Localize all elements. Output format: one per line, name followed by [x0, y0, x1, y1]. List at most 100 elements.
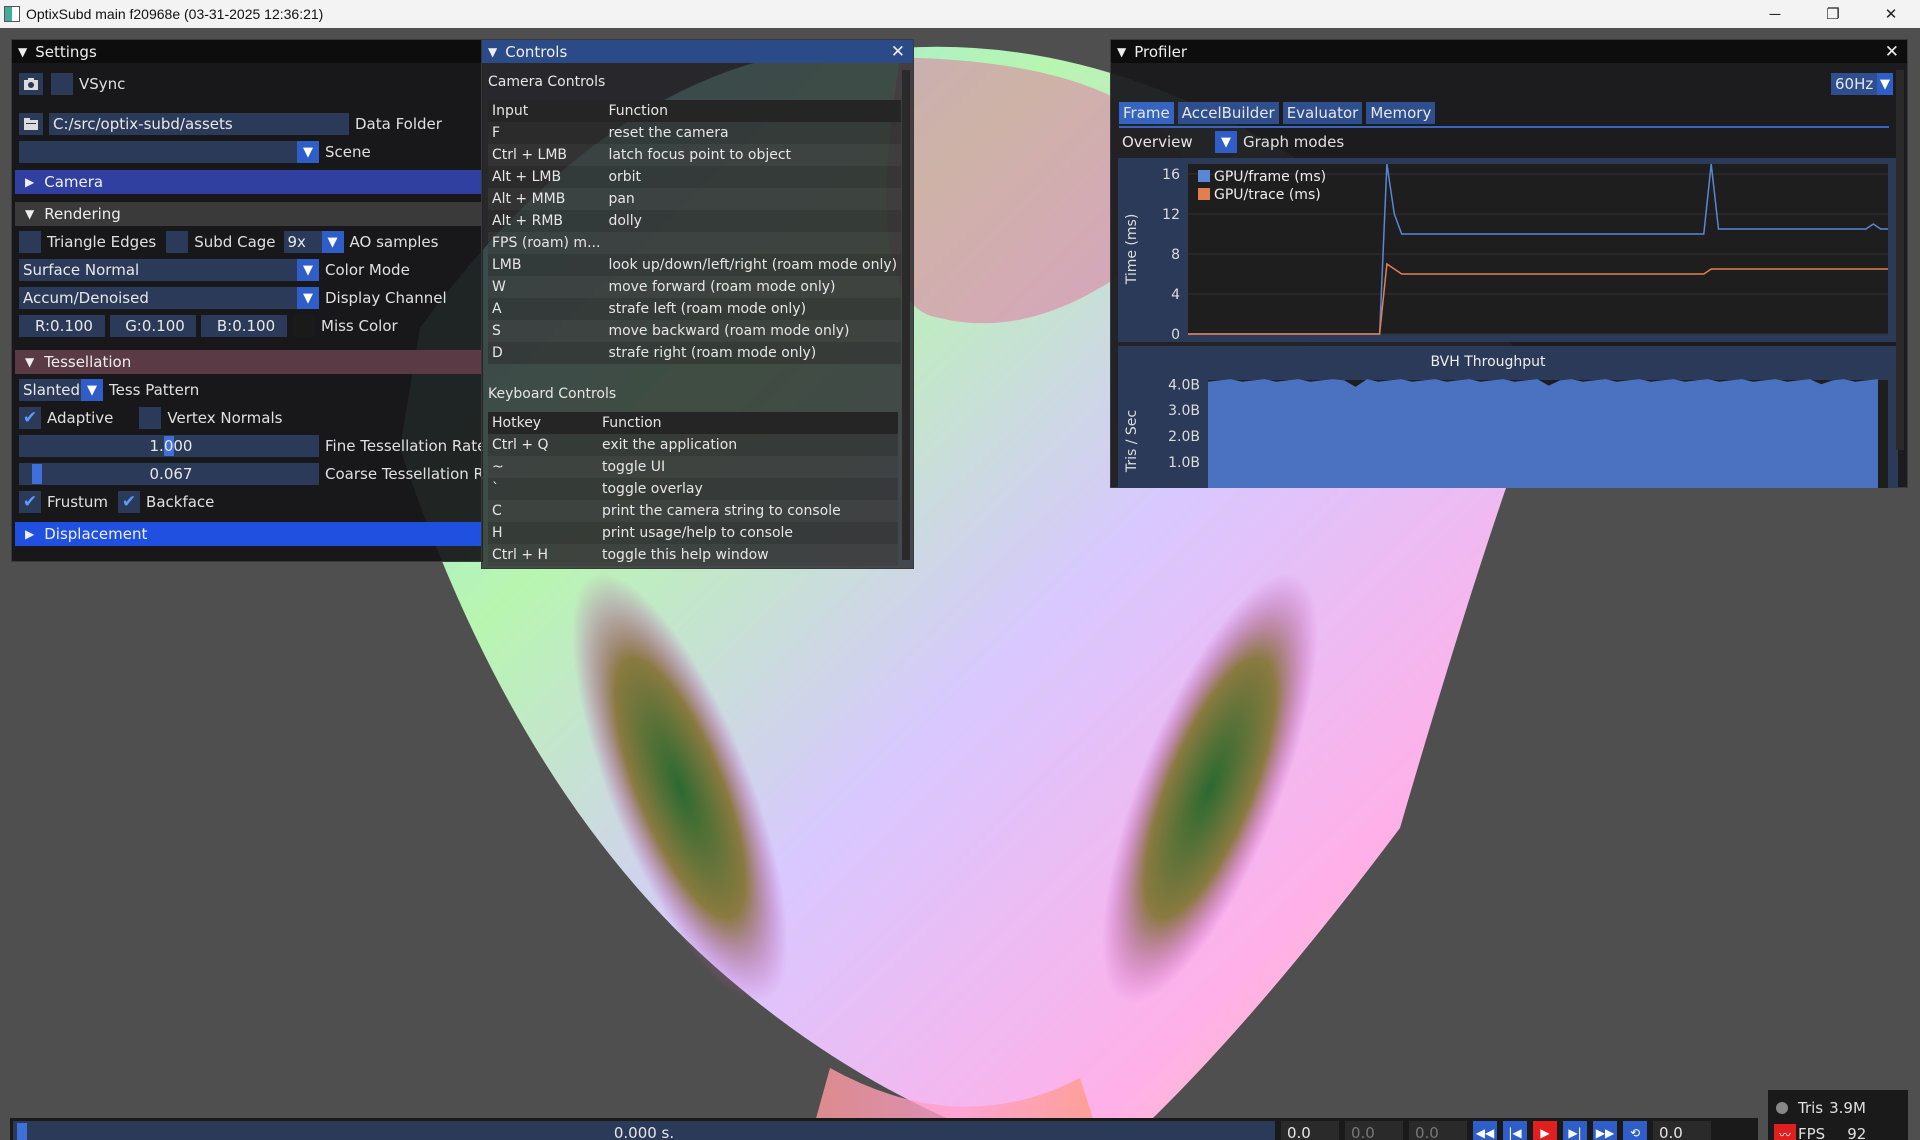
timeline-scrubber[interactable]: 0.000 s. — [13, 1121, 1275, 1140]
ao-dropdown-arrow-icon[interactable]: ▼ — [321, 231, 344, 253]
rewind-icon[interactable]: ◀◀ — [1473, 1121, 1497, 1140]
legend-swatch — [1198, 188, 1210, 200]
control-input-cell: Ctrl + Q — [488, 434, 598, 456]
frame-time-chart[interactable]: Time (ms) 0 4 8 12 16 GPU/frame (ms) GPU/trace … — [1118, 158, 1898, 342]
color-mode-select[interactable]: Surface Normal — [19, 259, 297, 281]
refresh-rate-select[interactable]: 60Hz — [1831, 73, 1877, 95]
collapse-triangle-icon: ▼ — [25, 355, 35, 369]
display-channel-dropdown-arrow-icon[interactable]: ▼ — [297, 287, 319, 309]
scene-dropdown-arrow-icon[interactable]: ▼ — [297, 141, 319, 163]
window-titlebar: OptixSubd main f20968e (03-31-2025 12:36… — [0, 0, 1920, 28]
y-tick-label: 0 — [1171, 327, 1180, 342]
browse-folder-button[interactable] — [19, 113, 43, 135]
camera-col-header: Input — [488, 100, 605, 122]
timeline-grab[interactable] — [17, 1123, 27, 1140]
loop-icon[interactable]: ⟲ — [1623, 1121, 1647, 1140]
camera-icon — [24, 78, 38, 90]
camera-controls-table: Input Function Freset the camera Ctrl + LMB… — [488, 100, 902, 364]
tess-pattern-select[interactable]: Slanted — [19, 379, 81, 401]
miss-color-swatch[interactable] — [293, 315, 315, 337]
rendering-section-header[interactable]: ▼ Rendering — [15, 202, 481, 226]
timeline-field-3[interactable]: 0.0 — [1409, 1121, 1467, 1140]
step-forward-icon[interactable]: ▶| — [1563, 1121, 1587, 1140]
display-channel-select[interactable]: Accum/Denoised — [19, 287, 297, 309]
data-folder-input[interactable]: C:/src/optix-subd/assets — [49, 113, 349, 135]
frustum-checkbox[interactable]: ✔ — [19, 491, 41, 513]
tab-evaluator[interactable]: Evaluator — [1282, 102, 1363, 124]
miss-color-g-field[interactable]: G:0.100 — [110, 315, 196, 337]
miss-color-b-field[interactable]: B:0.100 — [201, 315, 287, 337]
render-viewport[interactable]: ▼ Settings VSync C:/src/optix-subd/assets… — [0, 28, 1920, 1140]
profiler-panel: ▼ Profiler ✕ 60Hz ▼ Frame AccelBuilder Evalu… — [1110, 39, 1908, 488]
ao-samples-select[interactable]: 9x — [283, 231, 322, 253]
expand-triangle-icon: ▶ — [25, 527, 35, 541]
playback-speed-field[interactable]: 0.0 — [1653, 1121, 1711, 1140]
close-icon[interactable]: ✕ — [1885, 42, 1899, 62]
controls-title: Controls — [505, 42, 568, 61]
tab-memory[interactable]: Memory — [1366, 102, 1436, 124]
fps-value: 92 — [1847, 1125, 1867, 1140]
tessellation-section-header[interactable]: ▼ Tessellation — [15, 350, 481, 374]
close-button[interactable]: ✕ — [1862, 0, 1920, 28]
minimize-button[interactable]: ─ — [1746, 0, 1804, 28]
screenshot-camera-button[interactable] — [19, 73, 43, 95]
collapse-triangle-icon[interactable]: ▼ — [1117, 45, 1126, 59]
table-row: ~ toggle UI — [488, 456, 898, 478]
coarse-rate-slider-grab[interactable] — [31, 464, 42, 484]
timeline-bar: 0.000 s. 0.0 0.0 0.0 ◀◀ |◀ ▶ ▶| ▶▶ ⟲ 0.0 — [10, 1118, 1758, 1140]
profiler-scrollbar[interactable] — [1896, 70, 1904, 450]
fine-tessellation-rate-slider[interactable]: 1.000 — [19, 435, 319, 457]
play-icon[interactable]: ▶ — [1533, 1121, 1557, 1140]
fps-label: FPS — [1798, 1125, 1826, 1140]
camera-section-header[interactable]: ▶ Camera — [15, 170, 481, 194]
table-row: Dstrafe right (roam mode only) — [488, 342, 902, 364]
vsync-checkbox[interactable] — [51, 73, 73, 95]
timeline-field-2[interactable]: 0.0 — [1345, 1121, 1403, 1140]
miss-color-r-field[interactable]: R:0.100 — [19, 315, 105, 337]
stats-overlay: Tris 3.9M 〰 FPS 92 — [1768, 1090, 1908, 1140]
vertex-normals-checkbox[interactable] — [139, 407, 162, 429]
bvh-throughput-chart[interactable]: BVH Throughput Tris / Sec 1.0B 2.0B 3.0B 4.0B — [1118, 346, 1898, 488]
control-function-cell: toggle overlay — [598, 478, 898, 500]
settings-header[interactable]: ▼ Settings — [12, 40, 482, 63]
adaptive-checkbox[interactable]: ✔ — [19, 407, 41, 429]
triangle-edges-checkbox[interactable] — [19, 231, 41, 253]
overview-label[interactable]: Overview — [1119, 131, 1215, 153]
rate-dropdown-arrow-icon[interactable]: ▼ — [1877, 73, 1893, 95]
controls-header[interactable]: ▼ Controls ✕ — [482, 40, 913, 63]
displacement-section-header[interactable]: ▶ Displacement — [15, 522, 481, 546]
table-row: FPS (roam) m... — [488, 232, 902, 254]
color-mode-dropdown-arrow-icon[interactable]: ▼ — [297, 259, 319, 281]
collapse-triangle-icon[interactable]: ▼ — [488, 45, 497, 59]
table-row: LMB look up/down/left/right (roam mode on… — [488, 254, 902, 276]
fast-forward-icon[interactable]: ▶▶ — [1593, 1121, 1617, 1140]
fine-rate-value: 1.000 — [149, 437, 193, 455]
tab-frame[interactable]: Frame — [1119, 102, 1174, 124]
graph-modes-label: Graph modes — [1243, 133, 1345, 151]
close-icon[interactable]: ✕ — [891, 42, 905, 62]
control-function-cell: move backward (roam mode only) — [604, 320, 902, 342]
tab-accelbuilder[interactable]: AccelBuilder — [1177, 102, 1279, 124]
controls-scrollbar[interactable] — [902, 70, 910, 560]
step-back-icon[interactable]: |◀ — [1503, 1121, 1527, 1140]
displacement-section-label: Displacement — [44, 525, 148, 543]
collapse-triangle-icon[interactable]: ▼ — [18, 45, 27, 59]
graph-modes-dropdown-arrow-icon[interactable]: ▼ — [1215, 131, 1237, 153]
table-row: Hprint usage/help to console — [488, 522, 898, 544]
profiler-header[interactable]: ▼ Profiler ✕ — [1111, 40, 1907, 63]
tess-pattern-dropdown-arrow-icon[interactable]: ▼ — [81, 379, 103, 401]
legend-swatch — [1198, 170, 1210, 182]
coarse-tessellation-rate-slider[interactable]: 0.067 — [19, 463, 319, 485]
restore-button[interactable]: ❐ — [1804, 0, 1862, 28]
control-function-cell: exit the application — [598, 434, 898, 456]
frustum-label: Frustum — [47, 493, 109, 511]
subd-cage-checkbox[interactable] — [166, 231, 189, 253]
app-icon — [4, 6, 20, 22]
profiler-title: Profiler — [1134, 42, 1188, 61]
table-row: ` toggle overlay — [488, 478, 898, 500]
legend-label: GPU/trace (ms) — [1214, 187, 1321, 203]
timeline-start-field[interactable]: 0.0 — [1281, 1121, 1339, 1140]
backface-checkbox[interactable]: ✔ — [118, 491, 141, 513]
control-function-cell: toggle this help window — [598, 544, 898, 566]
scene-select[interactable] — [19, 141, 297, 163]
